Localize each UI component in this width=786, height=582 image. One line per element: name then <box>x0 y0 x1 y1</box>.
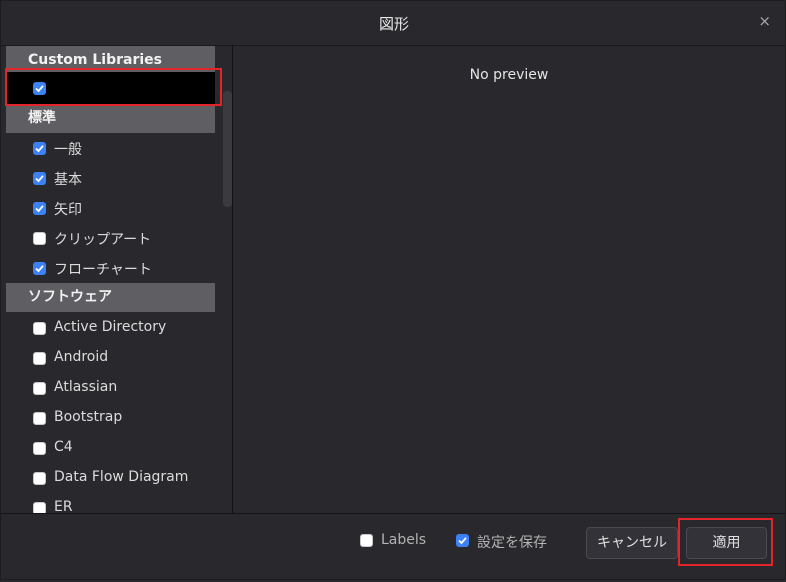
preview-pane: No preview <box>233 45 785 514</box>
custom-library-item[interactable] <box>6 72 215 105</box>
sidebar-scrollbar[interactable] <box>223 91 232 207</box>
library-item-label: Bootstrap <box>54 409 123 425</box>
library-item-label: Atlassian <box>54 379 118 395</box>
dialog-title: 図形 <box>378 15 409 33</box>
shapes-dialog: 図形 × Custom Libraries 標準 一般基本矢印クリップアート フロ… <box>0 0 786 580</box>
library-item-label: クリップアート <box>54 232 152 248</box>
library-item-label: Active Directory <box>54 319 167 335</box>
custom-library-checkbox[interactable] <box>33 82 46 95</box>
library-item[interactable]: フローチャート <box>6 254 215 284</box>
checkbox[interactable] <box>33 412 46 425</box>
checkbox[interactable] <box>33 202 46 215</box>
library-item-label: 基本 <box>54 172 82 188</box>
section-standard: 標準 <box>6 104 215 133</box>
library-item-label: フローチャート <box>54 262 152 278</box>
checkbox[interactable] <box>33 172 46 185</box>
labels-option-label: Labels <box>381 532 427 548</box>
cancel-button[interactable]: キャンセル <box>586 527 678 559</box>
checkbox[interactable] <box>33 232 46 245</box>
library-item[interactable]: Data Flow Diagram <box>6 464 215 494</box>
checkbox[interactable] <box>33 472 46 485</box>
library-item[interactable]: 矢印 <box>6 194 215 224</box>
library-item[interactable]: 一般 <box>6 134 215 164</box>
library-item[interactable]: Android <box>6 344 215 374</box>
section-software: ソフトウェア <box>6 283 215 312</box>
library-item-label: 一般 <box>54 142 82 158</box>
library-item[interactable]: Bootstrap <box>6 404 215 434</box>
library-sidebar[interactable]: Custom Libraries 標準 一般基本矢印クリップアート フローチャート… <box>6 45 233 514</box>
checkbox[interactable] <box>33 322 46 335</box>
preview-placeholder: No preview <box>469 67 549 83</box>
checkbox[interactable] <box>33 442 46 455</box>
labels-checkbox[interactable] <box>360 534 373 547</box>
apply-button[interactable]: 適用 <box>686 527 767 559</box>
library-item[interactable]: Active Directory <box>6 314 215 344</box>
library-item-label: Android <box>54 349 109 365</box>
dialog-titlebar: 図形 × <box>1 1 786 46</box>
save-settings-label: 設定を保存 <box>477 535 547 551</box>
library-item-label: C4 <box>54 439 73 455</box>
save-settings-checkbox[interactable] <box>456 534 469 547</box>
library-item[interactable]: Atlassian <box>6 374 215 404</box>
library-item[interactable]: C4 <box>6 434 215 464</box>
close-icon[interactable]: × <box>758 12 771 30</box>
library-item-label: Data Flow Diagram <box>54 469 189 485</box>
checkbox[interactable] <box>33 382 46 395</box>
checkbox[interactable] <box>33 352 46 365</box>
library-item[interactable]: クリップアート <box>6 224 215 254</box>
checkbox[interactable] <box>33 142 46 155</box>
library-item-label: 矢印 <box>54 202 82 218</box>
library-item[interactable]: 基本 <box>6 164 215 194</box>
library-item-label: ER <box>54 499 73 514</box>
section-custom-libraries: Custom Libraries <box>6 46 215 75</box>
checkbox[interactable] <box>33 262 46 275</box>
library-item[interactable]: ER <box>6 494 215 514</box>
